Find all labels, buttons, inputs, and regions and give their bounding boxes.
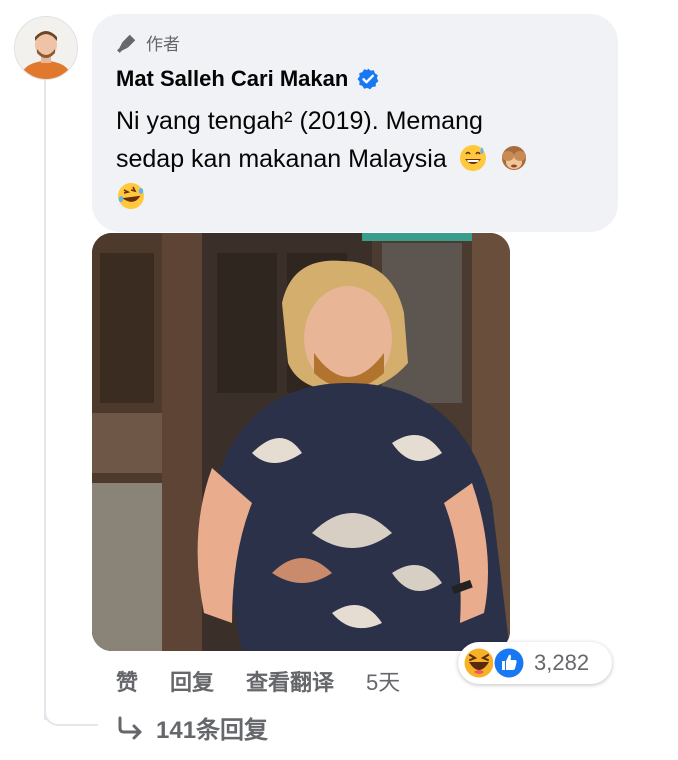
author-avatar[interactable] — [14, 16, 78, 80]
rolling-laughing-emoji-icon — [118, 183, 144, 209]
reactions-summary[interactable]: 3,282 — [458, 642, 612, 684]
see-translation-action[interactable]: 查看翻译 — [246, 665, 334, 697]
haha-reaction-icon — [463, 647, 495, 679]
thread-connector — [44, 690, 98, 726]
comment-timestamp[interactable]: 5天 — [366, 665, 400, 697]
like-action[interactable]: 赞 — [116, 665, 138, 697]
microphone-icon — [117, 34, 136, 53]
comment-text-line-1: Ni yang tengah² (2019). Memang — [116, 107, 483, 135]
author-badge: 作者 — [116, 30, 180, 55]
thread-line — [44, 80, 46, 720]
comment-text: Ni yang tengah² (2019). Memang sedap kan… — [116, 102, 586, 216]
replies-count-label: 141条回复 — [156, 717, 269, 744]
comment-text-line-2: sedap kan makanan Malaysia — [116, 145, 447, 173]
view-replies-link[interactable]: 141条回复 — [116, 710, 268, 745]
reply-action[interactable]: 回复 — [170, 665, 214, 697]
grinning-sweat-emoji-icon — [459, 145, 486, 171]
reply-arrow-icon — [118, 716, 142, 739]
comment-bubble: 作者 Mat Salleh Cari Makan Ni yang tengah²… — [92, 14, 618, 232]
comment-actions: 赞 回复 查看翻译 5天 — [116, 665, 432, 697]
author-badge-label: 作者 — [146, 35, 180, 54]
comment-photo[interactable] — [92, 233, 510, 651]
author-name[interactable]: Mat Salleh Cari Makan — [116, 66, 348, 92]
like-reaction-icon — [493, 647, 525, 679]
reaction-count: 3,282 — [534, 650, 590, 675]
verified-badge-icon — [357, 68, 379, 90]
see-no-evil-monkey-icon — [501, 146, 526, 170]
